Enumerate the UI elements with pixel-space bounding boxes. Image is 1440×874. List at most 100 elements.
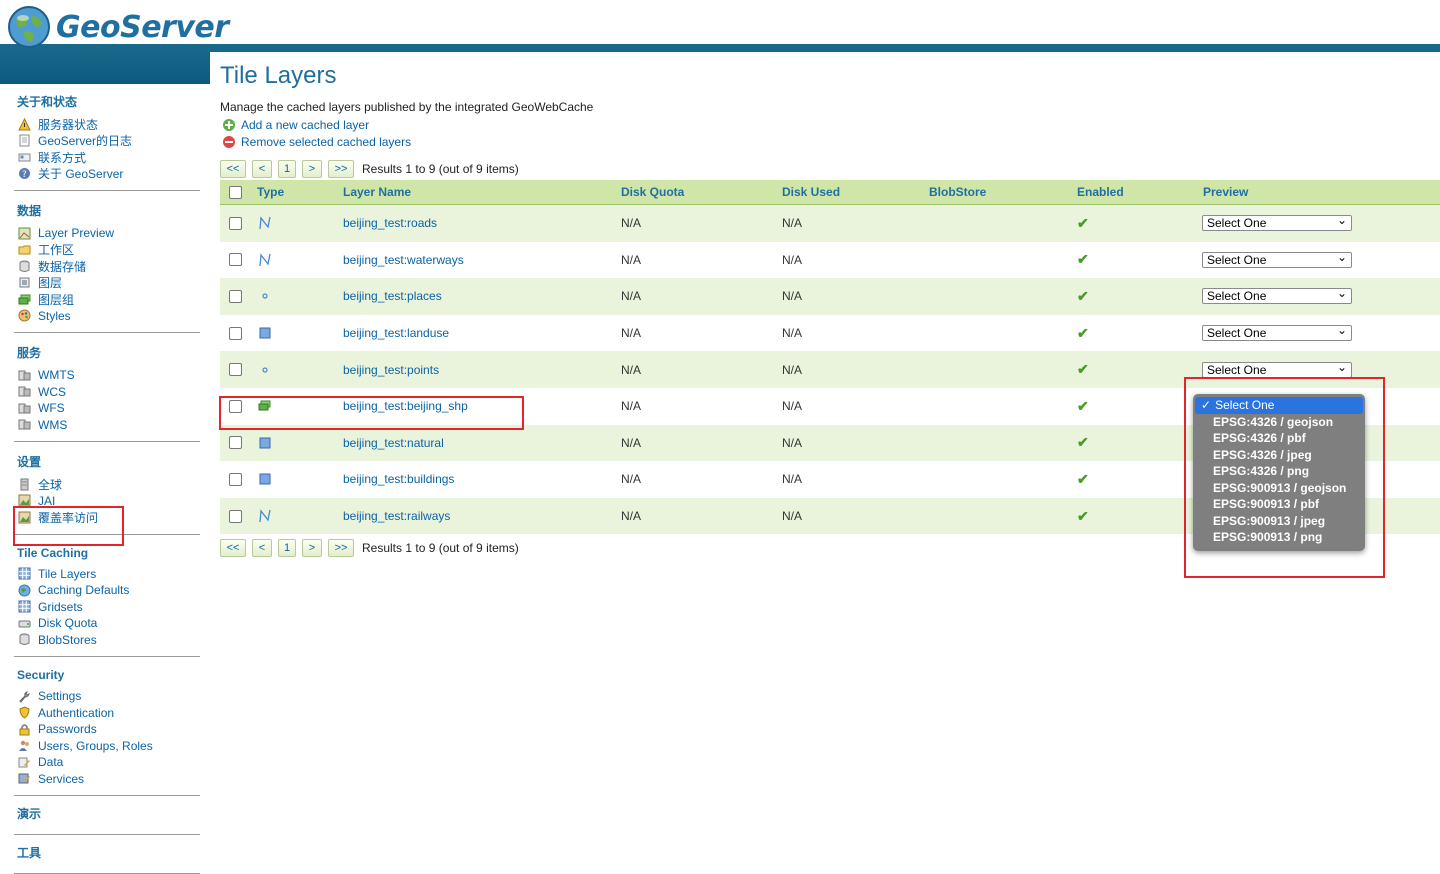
- sidebar-item[interactable]: Disk Quota: [18, 615, 200, 632]
- sidebar-item[interactable]: Passwords: [18, 721, 200, 738]
- sidebar-item-label: GeoServer的日志: [38, 134, 133, 149]
- column-header-layer-name[interactable]: Layer Name: [343, 185, 411, 199]
- layer-name-link[interactable]: beijing_test:roads: [343, 216, 437, 230]
- disk-used-value: N/A: [782, 289, 803, 304]
- sidebar-section-title[interactable]: 工具: [17, 844, 200, 861]
- sidebar-item[interactable]: 联系方式: [18, 149, 200, 166]
- sidebar-section: 关于和状态服务器状态 GeoServer的日志 联系方式? 关于 GeoServer: [14, 84, 200, 191]
- enabled-check-icon: ✔: [1077, 434, 1089, 451]
- disk-quota-value: N/A: [621, 399, 642, 414]
- add-cached-layer-link[interactable]: Add a new cached layer: [223, 118, 369, 132]
- sidebar-item[interactable]: WCS: [18, 384, 200, 401]
- sidebar-item-label: Settings: [38, 689, 82, 704]
- preview-select[interactable]: Select One ⌄: [1202, 286, 1352, 305]
- sidebar-item[interactable]: Services: [18, 771, 200, 788]
- sidebar-item[interactable]: 全球: [18, 476, 200, 493]
- row-checkbox[interactable]: [229, 436, 242, 450]
- pager-last-button[interactable]: >>: [328, 539, 354, 557]
- layer-name-link[interactable]: beijing_test:railways: [343, 509, 450, 523]
- service-icon: [18, 369, 31, 382]
- sidebar-item[interactable]: 图层: [18, 275, 200, 292]
- row-checkbox[interactable]: [229, 253, 242, 267]
- sidebar-section-title[interactable]: 服务: [17, 344, 200, 361]
- sidebar-item-label: 图层组: [38, 292, 75, 307]
- sidebar-section: 演示: [14, 796, 200, 835]
- sidebar-item[interactable]: Layer Preview: [18, 225, 200, 242]
- preview-select-value: Select One: [1207, 326, 1267, 341]
- sidebar-section-title[interactable]: 设置: [17, 453, 200, 470]
- pager-last-button[interactable]: >>: [328, 160, 354, 178]
- row-checkbox[interactable]: [229, 509, 242, 523]
- column-header-enabled[interactable]: Enabled: [1077, 185, 1124, 199]
- sidebar-item-label: Data: [38, 755, 64, 770]
- enabled-check-icon: ✔: [1077, 251, 1089, 268]
- service-icon: [18, 385, 31, 398]
- pager-first-button[interactable]: <<: [220, 539, 246, 557]
- sidebar-item[interactable]: GeoServer的日志: [18, 133, 200, 150]
- preview-select[interactable]: Select One ⌄: [1202, 360, 1352, 378]
- disk-quota-value: N/A: [621, 509, 642, 524]
- sidebar-item[interactable]: WMTS: [18, 367, 200, 384]
- pager-page-button[interactable]: 1: [278, 160, 296, 178]
- remove-cached-layers-link[interactable]: Remove selected cached layers: [223, 135, 411, 149]
- sidebar-item[interactable]: 数据存储: [18, 258, 200, 275]
- preview-select[interactable]: Select One ⌄: [1202, 323, 1352, 342]
- column-header-disk-used[interactable]: Disk Used: [782, 185, 840, 199]
- row-checkbox[interactable]: [229, 363, 242, 377]
- add-icon: [223, 119, 235, 131]
- sidebar-item[interactable]: WMS: [18, 417, 200, 434]
- pager-next-button[interactable]: >: [302, 539, 322, 557]
- preview-select[interactable]: Select One ⌄: [1202, 213, 1352, 232]
- sidebar-item[interactable]: ? 关于 GeoServer: [18, 166, 200, 183]
- select-all-checkbox[interactable]: [229, 186, 242, 199]
- row-checkbox[interactable]: [229, 289, 242, 303]
- sidebar-item[interactable]: Tile Layers: [18, 566, 200, 583]
- contact-card-icon: [18, 151, 31, 164]
- layer-name-link[interactable]: beijing_test:natural: [343, 436, 444, 450]
- layer-name-link[interactable]: beijing_test:places: [343, 289, 442, 303]
- sidebar-item[interactable]: BlobStores: [18, 632, 200, 649]
- sidebar-item[interactable]: Users, Groups, Roles: [18, 738, 200, 755]
- sidebar-item[interactable]: WFS: [18, 400, 200, 417]
- annotation-box-layer: [219, 396, 524, 430]
- pager-page-button[interactable]: 1: [278, 539, 296, 557]
- column-header-type[interactable]: Type: [257, 185, 284, 199]
- help-icon: ?: [18, 167, 31, 180]
- sidebar-item[interactable]: 工作区: [18, 242, 200, 259]
- layer-name-link[interactable]: beijing_test:landuse: [343, 326, 449, 340]
- sidebar-section-title[interactable]: 演示: [17, 805, 200, 822]
- pager-prev-button[interactable]: <: [252, 160, 272, 178]
- sidebar-item[interactable]: Data: [18, 754, 200, 771]
- sidebar-section-title[interactable]: 关于和状态: [17, 93, 200, 110]
- annotation-box-tile-caching: [13, 506, 124, 546]
- sidebar-item[interactable]: Caching Defaults: [18, 582, 200, 599]
- layer-name-link[interactable]: beijing_test:waterways: [343, 253, 464, 267]
- sidebar-item[interactable]: Gridsets: [18, 599, 200, 616]
- sidebar-item[interactable]: Authentication: [18, 705, 200, 722]
- geoserver-logo[interactable]: GeoServer: [6, 4, 229, 50]
- row-checkbox[interactable]: [229, 216, 242, 230]
- column-header-disk-quota[interactable]: Disk Quota: [621, 185, 684, 199]
- sidebar-item[interactable]: Styles: [18, 308, 200, 325]
- sidebar-section-title[interactable]: Tile Caching: [17, 546, 200, 560]
- layer-group-icon: [18, 293, 31, 306]
- preview-select[interactable]: Select One ⌄: [1202, 250, 1352, 268]
- preview-select-value: Select One: [1207, 216, 1267, 231]
- database-icon: [18, 633, 31, 646]
- sidebar-item-label: 图层: [38, 276, 63, 291]
- pager-next-button[interactable]: >: [302, 160, 322, 178]
- enabled-check-icon: ✔: [1077, 287, 1089, 304]
- layer-name-link[interactable]: beijing_test:buildings: [343, 472, 454, 486]
- pager-first-button[interactable]: <<: [220, 160, 246, 178]
- row-checkbox[interactable]: [229, 326, 242, 340]
- sidebar-item[interactable]: 图层组: [18, 291, 200, 308]
- pager-prev-button[interactable]: <: [252, 539, 272, 557]
- sidebar-section-title[interactable]: 数据: [17, 202, 200, 219]
- point-icon: [258, 289, 272, 303]
- row-checkbox[interactable]: [229, 472, 242, 486]
- sidebar-section-title[interactable]: Security: [17, 668, 200, 682]
- sidebar-item[interactable]: 服务器状态: [18, 116, 200, 133]
- column-header-blobstore[interactable]: BlobStore: [929, 185, 986, 199]
- layer-name-link[interactable]: beijing_test:points: [343, 363, 439, 377]
- sidebar-item[interactable]: Settings: [18, 688, 200, 705]
